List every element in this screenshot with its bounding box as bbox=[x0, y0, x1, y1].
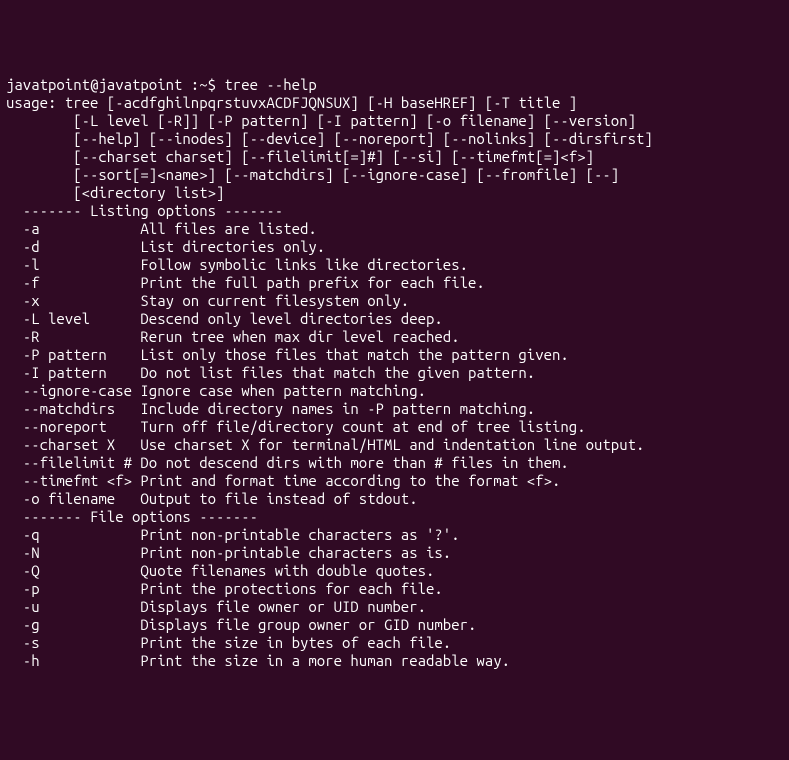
option-flag: -o filename bbox=[6, 490, 140, 507]
option-flag: -q bbox=[6, 526, 140, 543]
option-line: -a All files are listed. bbox=[6, 220, 783, 238]
option-line: --matchdirs Include directory names in -… bbox=[6, 400, 783, 418]
entered-command: tree --help bbox=[224, 76, 316, 93]
prompt-line: javatpoint@javatpoint :~$ tree --help bbox=[6, 76, 783, 94]
option-line: -u Displays file owner or UID number. bbox=[6, 598, 783, 616]
option-description: List only those files that match the pat… bbox=[140, 346, 568, 363]
option-description: Descend only level directories deep. bbox=[140, 310, 442, 327]
option-flag: --matchdirs bbox=[6, 400, 140, 417]
option-line: --charset X Use charset X for terminal/H… bbox=[6, 436, 783, 454]
option-flag: -N bbox=[6, 544, 140, 561]
option-flag: -h bbox=[6, 652, 140, 669]
option-description: All files are listed. bbox=[140, 220, 316, 237]
option-flag: --charset X bbox=[6, 436, 140, 453]
option-line: -I pattern Do not list files that match … bbox=[6, 364, 783, 382]
option-flag: -a bbox=[6, 220, 140, 237]
option-line: -o filename Output to file instead of st… bbox=[6, 490, 783, 508]
option-description: List directories only. bbox=[140, 238, 325, 255]
option-flag: --ignore-case bbox=[6, 382, 140, 399]
option-description: Follow symbolic links like directories. bbox=[140, 256, 468, 273]
option-flag: -I pattern bbox=[6, 364, 140, 381]
option-description: Print the full path prefix for each file… bbox=[140, 274, 484, 291]
option-description: Displays file group owner or GID number. bbox=[140, 616, 476, 633]
option-description: Output to file instead of stdout. bbox=[140, 490, 417, 507]
option-flag: -d bbox=[6, 238, 140, 255]
option-flag: -Q bbox=[6, 562, 140, 579]
option-line: --ignore-case Ignore case when pattern m… bbox=[6, 382, 783, 400]
option-flag: -u bbox=[6, 598, 140, 615]
option-flag: --timefmt <f> bbox=[6, 472, 140, 489]
option-flag: -l bbox=[6, 256, 140, 273]
option-line: -g Displays file group owner or GID numb… bbox=[6, 616, 783, 634]
option-line: -Q Quote filenames with double quotes. bbox=[6, 562, 783, 580]
option-description: Use charset X for terminal/HTML and inde… bbox=[140, 436, 644, 453]
option-line: -x Stay on current filesystem only. bbox=[6, 292, 783, 310]
option-description: Ignore case when pattern matching. bbox=[140, 382, 426, 399]
option-flag: -R bbox=[6, 328, 140, 345]
option-line: -f Print the full path prefix for each f… bbox=[6, 274, 783, 292]
option-description: Print the protections for each file. bbox=[140, 580, 442, 597]
option-line: -s Print the size in bytes of each file. bbox=[6, 634, 783, 652]
option-description: Print non-printable characters as '?'. bbox=[140, 526, 459, 543]
option-line: -L level Descend only level directories … bbox=[6, 310, 783, 328]
option-description: Stay on current filesystem only. bbox=[140, 292, 409, 309]
option-description: Print the size in a more human readable … bbox=[140, 652, 510, 669]
option-flag: -p bbox=[6, 580, 140, 597]
option-line: -R Rerun tree when max dir level reached… bbox=[6, 328, 783, 346]
usage-line: [--charset charset] [--filelimit[=]#] [-… bbox=[6, 148, 783, 166]
usage-line: [-L level [-R]] [-P pattern] [-I pattern… bbox=[6, 112, 783, 130]
option-line: -P pattern List only those files that ma… bbox=[6, 346, 783, 364]
option-line: -N Print non-printable characters as is. bbox=[6, 544, 783, 562]
usage-line: usage: tree [-acdfghilnpqrstuvxACDFJQNSU… bbox=[6, 94, 783, 112]
option-description: Displays file owner or UID number. bbox=[140, 598, 426, 615]
option-line: -d List directories only. bbox=[6, 238, 783, 256]
option-line: -q Print non-printable characters as '?'… bbox=[6, 526, 783, 544]
option-description: Include directory names in -P pattern ma… bbox=[140, 400, 535, 417]
terminal-output: javatpoint@javatpoint :~$ tree --helpusa… bbox=[6, 76, 783, 670]
option-flag: --noreport bbox=[6, 418, 140, 435]
section-header: ------- File options ------- bbox=[6, 508, 783, 526]
usage-line: [<directory list>] bbox=[6, 184, 783, 202]
option-description: Print the size in bytes of each file. bbox=[140, 634, 451, 651]
option-flag: -P pattern bbox=[6, 346, 140, 363]
shell-prompt: javatpoint@javatpoint :~$ bbox=[6, 76, 224, 93]
option-line: -l Follow symbolic links like directorie… bbox=[6, 256, 783, 274]
option-description: Rerun tree when max dir level reached. bbox=[140, 328, 459, 345]
option-line: --noreport Turn off file/directory count… bbox=[6, 418, 783, 436]
option-flag: -x bbox=[6, 292, 140, 309]
option-flag: -g bbox=[6, 616, 140, 633]
section-header: ------- Listing options ------- bbox=[6, 202, 783, 220]
option-line: --filelimit # Do not descend dirs with m… bbox=[6, 454, 783, 472]
option-flag: -L level bbox=[6, 310, 140, 327]
option-line: -h Print the size in a more human readab… bbox=[6, 652, 783, 670]
option-description: Quote filenames with double quotes. bbox=[140, 562, 434, 579]
option-line: --timefmt <f> Print and format time acco… bbox=[6, 472, 783, 490]
usage-line: [--help] [--inodes] [--device] [--norepo… bbox=[6, 130, 783, 148]
option-description: Print non-printable characters as is. bbox=[140, 544, 451, 561]
option-flag: --filelimit # bbox=[6, 454, 140, 471]
option-description: Print and format time according to the f… bbox=[140, 472, 560, 489]
option-description: Turn off file/directory count at end of … bbox=[140, 418, 585, 435]
option-description: Do not descend dirs with more than # fil… bbox=[140, 454, 568, 471]
option-line: -p Print the protections for each file. bbox=[6, 580, 783, 598]
usage-line: [--sort[=]<name>] [--matchdirs] [--ignor… bbox=[6, 166, 783, 184]
option-description: Do not list files that match the given p… bbox=[140, 364, 535, 381]
option-flag: -s bbox=[6, 634, 140, 651]
option-flag: -f bbox=[6, 274, 140, 291]
